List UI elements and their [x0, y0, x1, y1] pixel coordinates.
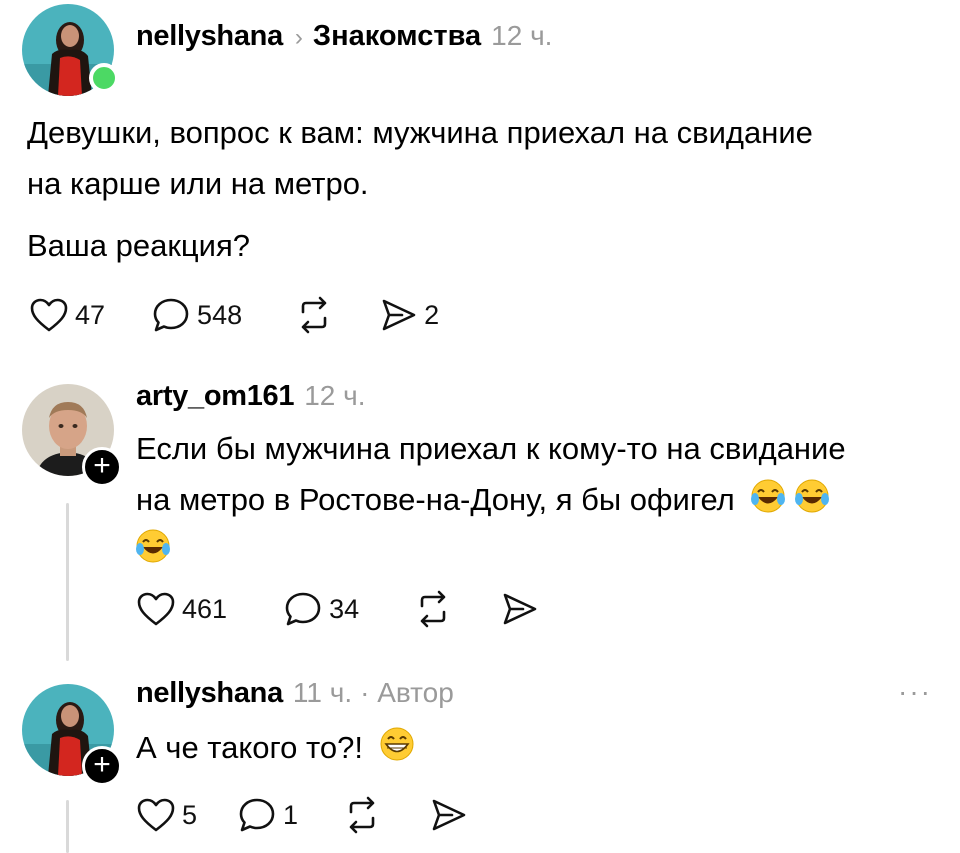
comment-count: 1	[283, 799, 299, 830]
username[interactable]: arty_om161	[136, 380, 295, 413]
author-tag: · Автор	[360, 677, 454, 708]
like-button[interactable]: 47	[29, 297, 105, 333]
post-text-line-1: Девушки, вопрос к вам: мужчина приехал н…	[27, 115, 813, 150]
reply-text: А че такого то?!	[136, 722, 416, 778]
comment-icon	[285, 592, 321, 626]
comment-button[interactable]: 548	[151, 296, 242, 334]
share-button[interactable]	[430, 797, 468, 833]
repost-button[interactable]	[294, 296, 334, 334]
comment-count: 34	[329, 593, 360, 624]
timestamp: 11 ч.	[292, 677, 353, 708]
more-options-icon[interactable]: ···	[898, 676, 932, 708]
comment-button[interactable]: 34	[283, 590, 359, 628]
comment-icon	[239, 798, 275, 832]
timestamp: 12 ч.	[304, 380, 366, 411]
reply-text-line-1: Если бы мужчина приехал к кому-то на сви…	[136, 431, 846, 466]
laughing-tears-emoji	[134, 528, 172, 569]
post-text-line-2: на карше или на метро.	[27, 166, 369, 201]
like-count: 47	[75, 299, 106, 330]
reply-actions: 5 1	[136, 796, 468, 834]
username[interactable]: nellyshana	[136, 677, 283, 710]
laughing-tears-emoji	[749, 478, 787, 530]
share-button[interactable]	[501, 591, 539, 627]
heart-icon	[137, 798, 175, 832]
comment-count: 548	[197, 299, 243, 330]
grinning-face-emoji	[378, 726, 416, 778]
online-status-dot	[89, 63, 119, 93]
share-button[interactable]: 2	[380, 297, 439, 333]
send-icon	[382, 299, 416, 331]
chevron-right-icon: ›	[294, 24, 303, 51]
repost-button[interactable]	[342, 796, 382, 834]
follow-plus-button[interactable]: +	[82, 447, 122, 487]
thread-line	[66, 503, 69, 661]
reply-text-content: на метро в Ростове-на-Дону, я бы офигел	[136, 482, 735, 517]
reply-actions: 461 34	[136, 590, 539, 628]
username[interactable]: nellyshana	[136, 20, 283, 53]
community-name[interactable]: Знакомства	[313, 20, 481, 53]
reply-text-content: А че такого то?!	[136, 730, 363, 765]
laughing-tears-emoji	[793, 478, 831, 530]
like-button[interactable]: 461	[136, 591, 227, 627]
post-header: nellyshana › Знакомства 12 ч.	[136, 20, 552, 53]
reply-header: nellyshana 11 ч. · Автор	[136, 677, 454, 710]
like-count: 5	[182, 799, 198, 830]
send-icon	[432, 799, 466, 831]
share-count: 2	[424, 299, 440, 330]
comment-button[interactable]: 1	[237, 796, 298, 834]
heart-icon	[137, 592, 175, 626]
repost-icon	[349, 796, 375, 834]
send-icon	[503, 593, 537, 625]
follow-plus-button[interactable]: +	[82, 746, 122, 786]
reply-header: arty_om161 12 ч.	[136, 380, 366, 413]
heart-icon	[30, 298, 68, 332]
like-count: 461	[182, 593, 228, 624]
timestamp: 12 ч.	[491, 20, 553, 51]
reply-text-line-2: на метро в Ростове-на-Дону, я бы офигел	[136, 474, 831, 530]
post-text-line-3: Ваша реакция?	[27, 228, 251, 263]
like-button[interactable]: 5	[136, 797, 197, 833]
comment-icon	[153, 298, 189, 332]
post-actions: 47 548 2	[29, 296, 439, 334]
thread-line	[66, 800, 69, 853]
repost-icon	[301, 296, 327, 334]
repost-button[interactable]	[413, 590, 453, 628]
repost-icon	[420, 590, 446, 628]
